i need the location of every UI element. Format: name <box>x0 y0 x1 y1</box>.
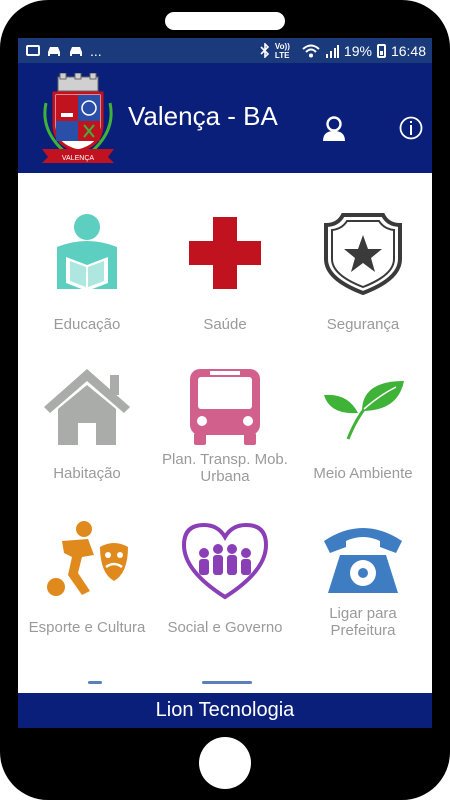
status-bar: ... Vo)) LTE 19% 16:48 <box>18 38 432 63</box>
tile-seguranca[interactable]: Segurança <box>294 213 432 333</box>
tile-ligar-prefeitura[interactable]: Ligar para Prefeitura <box>294 521 432 639</box>
footer-bar: Lion Tecnologia <box>18 693 432 728</box>
sport-culture-icon <box>47 521 128 596</box>
police-badge-icon <box>324 213 402 295</box>
home-button[interactable] <box>199 737 251 789</box>
people-heart-icon <box>181 522 269 600</box>
tile-social-governo[interactable]: Social e Governo <box>156 521 294 636</box>
car-notification-icon <box>48 46 60 56</box>
tile-label: Esporte e Cultura <box>28 619 146 636</box>
tile-label: Saúde <box>203 316 247 333</box>
tile-esporte-cultura[interactable]: Esporte e Cultura <box>18 521 156 636</box>
red-cross-icon <box>189 217 261 289</box>
tile-label: Segurança <box>326 316 400 333</box>
user-profile-icon[interactable] <box>320 115 348 143</box>
crest-banner-text: VALENÇA <box>62 155 94 162</box>
reading-person-icon <box>57 214 117 291</box>
tile-educacao[interactable]: Educação <box>18 213 156 333</box>
leaf-icon <box>324 381 404 440</box>
tile-label: Plan. Transp. Mob. Urbana <box>162 451 288 485</box>
clock: 16:48 <box>390 42 426 59</box>
more-notifications: ... <box>90 42 102 59</box>
app-title: Valença - BA <box>128 101 278 131</box>
tile-label: Meio Ambiente <box>313 465 413 482</box>
bluetooth-icon <box>260 43 270 58</box>
tile-meio-ambiente[interactable]: Meio Ambiente <box>294 367 432 482</box>
bus-icon <box>190 369 260 445</box>
services-grid: Educação Saúde Segurança Habitação Plan.… <box>18 173 432 693</box>
wifi-icon <box>302 44 320 57</box>
telephone-icon <box>324 528 402 593</box>
battery-icon <box>376 43 386 58</box>
scroll-hint <box>202 681 252 684</box>
tile-saude[interactable]: Saúde <box>156 213 294 333</box>
city-crest-logo: VALENÇA <box>42 73 114 163</box>
speaker-slot <box>165 12 285 30</box>
app-screen: ... Vo)) LTE 19% 16:48 VALENÇA Valença -… <box>18 38 432 728</box>
tile-habitacao[interactable]: Habitação <box>18 367 156 482</box>
car-notification-icon-2 <box>70 46 82 56</box>
tile-label: Ligar para Prefeitura <box>329 605 397 639</box>
app-header: VALENÇA Valença - BA <box>18 63 432 173</box>
phone-frame: ... Vo)) LTE 19% 16:48 VALENÇA Valença -… <box>0 0 450 800</box>
scroll-hint <box>88 681 102 684</box>
house-icon <box>44 369 130 445</box>
gallery-notification-icon <box>26 45 40 56</box>
tile-label: Social e Governo <box>167 619 283 636</box>
volte-label: Vo)) LTE <box>274 41 290 60</box>
tile-transporte[interactable]: Plan. Transp. Mob. Urbana <box>156 367 294 485</box>
tile-label: Habitação <box>53 465 121 482</box>
signal-icon <box>325 44 339 58</box>
info-icon[interactable] <box>399 116 423 140</box>
tile-label: Educação <box>53 316 121 333</box>
battery-percent: 19% <box>343 42 372 59</box>
